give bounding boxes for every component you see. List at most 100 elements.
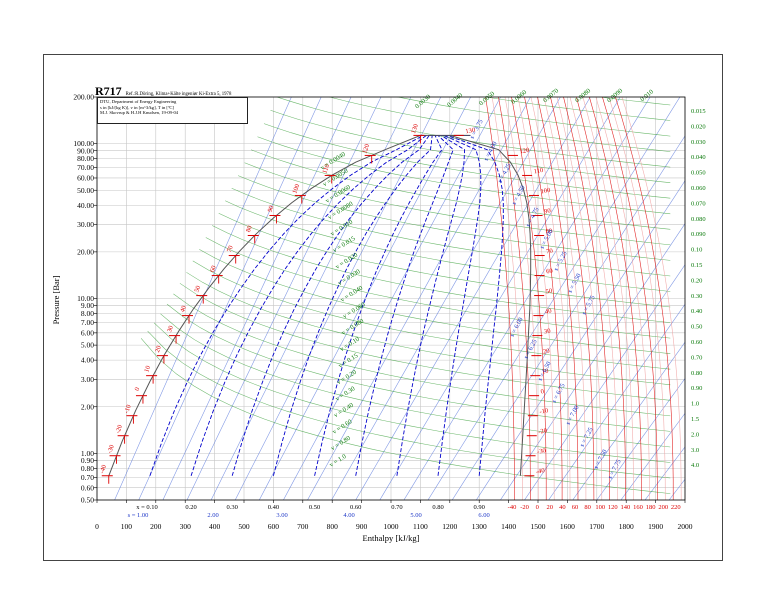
y-tick-label: 6.00	[81, 328, 94, 337]
entropy-label-bottom: 4.00	[343, 512, 354, 519]
x-tick-label: 800	[327, 522, 339, 531]
quality-label: 0.70	[391, 504, 402, 511]
volume-label-right: 0.80	[691, 370, 702, 377]
volume-label-right: 0.050	[691, 170, 706, 177]
y-tick-label: 20.00	[77, 247, 94, 256]
x-tick-label: 1200	[442, 522, 457, 531]
isotherm-label-right: 50	[545, 288, 553, 296]
volume-label-right: 0.080	[691, 216, 706, 223]
volume-line	[322, 50, 670, 58]
volume-line	[316, 50, 671, 74]
bottom-temperature-label: 20	[547, 504, 554, 511]
x-tick-label: 1900	[648, 522, 663, 531]
quality-label: 0.50	[309, 504, 320, 511]
isotherm-label-right: -20	[538, 427, 548, 435]
y-tick-label: 5.00	[81, 341, 94, 350]
bottom-temperature-label: 80	[584, 504, 591, 511]
y-tick-label: 0.50	[81, 496, 94, 505]
y-tick-label: 8.00	[81, 309, 94, 318]
info-box: DTU, Department of Energy Engineering s …	[97, 97, 248, 124]
volume-label-right: 4.0	[691, 462, 699, 469]
y-tick-label: 70.00	[77, 163, 94, 172]
quality-label: x = 0.10	[136, 504, 158, 511]
x-tick-label: 100	[121, 522, 133, 531]
entropy-label-bottom: 3.00	[276, 512, 287, 519]
x-tick-label: 200	[150, 522, 162, 531]
x-tick-label: 2000	[678, 522, 693, 531]
x-tick-label: 600	[268, 522, 280, 531]
chart-title: R717	[95, 84, 122, 98]
volume-label-right: 0.070	[691, 200, 706, 207]
volume-label-right: 0.15	[691, 262, 702, 269]
x-tick-label: 700	[297, 522, 309, 531]
quality-label: 0.80	[432, 504, 443, 511]
entropy-label-bottom: 2.00	[207, 512, 218, 519]
info-line: M.J. Skovrup & H.J.H Knudsen, 19-09-04	[100, 110, 179, 116]
bottom-temperature-label: 100	[595, 504, 605, 511]
volume-label-right: 0.30	[691, 293, 702, 300]
x-axis-label: Enthalpy [kJ/kg]	[363, 533, 420, 543]
bottom-temperature-label: 40	[559, 504, 566, 511]
x-tick-label: 400	[209, 522, 221, 531]
volume-line	[309, 50, 670, 89]
volume-label-right: 0.60	[691, 339, 702, 346]
volume-label-right: 0.20	[691, 277, 702, 284]
entropy-line	[717, 97, 768, 500]
x-tick-label: 900	[356, 522, 368, 531]
isotherm-label-right: -30	[537, 447, 547, 455]
volume-label-right: 1.5	[691, 416, 699, 423]
entropy-label-bottom: 6.00	[478, 512, 489, 519]
y-tick-label: 7.00	[81, 318, 94, 327]
y-tick-label: 3.00	[81, 375, 94, 384]
isotherm-label-right: 20	[543, 348, 551, 356]
volume-label-right: 0.040	[691, 154, 706, 161]
quality-label: 0.90	[474, 504, 485, 511]
quality-label: 0.30	[227, 504, 238, 511]
y-tick-label: 30.00	[77, 220, 94, 229]
volume-label-right: 0.060	[691, 185, 706, 192]
y-tick-label: 40.00	[77, 201, 94, 210]
entropy-label-bottom: 5.00	[410, 512, 421, 519]
x-tick-label: 1000	[384, 522, 399, 531]
x-tick-label: 300	[180, 522, 192, 531]
y-tick-label: 0.60	[81, 483, 94, 492]
y-tick-label: 2.00	[81, 402, 94, 411]
x-tick-label: 0	[95, 522, 99, 531]
y-tick-label: 10.00	[77, 294, 94, 303]
volume-label-right: 0.020	[691, 123, 706, 130]
volume-label-right: 2.0	[691, 431, 699, 438]
y-tick-label: 100.00	[73, 139, 94, 148]
x-tick-label: 1600	[560, 522, 575, 531]
x-tick-label: 1100	[413, 522, 428, 531]
isotherm-label-right: -40	[535, 467, 545, 475]
y-axis-label: Pressure [Bar]	[51, 275, 61, 324]
bottom-temperature-label: 60	[572, 504, 579, 511]
volume-label-right: 0.70	[691, 354, 702, 361]
isotherm-label-right: 40	[545, 308, 553, 316]
x-tick-label: 1800	[619, 522, 634, 531]
y-tick-label: 50.00	[77, 186, 94, 195]
y-tick-label: 60.00	[77, 174, 94, 183]
y-tick-label: 1.00	[81, 449, 94, 458]
quality-label: 0.20	[185, 504, 196, 511]
isotherm-label-right: 90	[544, 207, 552, 215]
y-tick-label: 0.80	[81, 464, 94, 473]
x-tick-label: 500	[238, 522, 250, 531]
bottom-temperature-label: -20	[520, 504, 529, 511]
volume-label-right: 0.90	[691, 385, 702, 392]
volume-label-right: 3.0	[691, 447, 699, 454]
volume-label-right: 0.090	[691, 231, 706, 238]
volume-label-right: 0.40	[691, 308, 702, 315]
bottom-temperature-label: -40	[508, 504, 517, 511]
isotherm-label-right: 30	[544, 328, 552, 336]
bottom-temperature-label: 220	[671, 504, 681, 511]
bottom-temperature-label: 140	[621, 504, 631, 511]
bottom-temperature-label: 160	[633, 504, 643, 511]
x-tick-label: 1500	[531, 522, 546, 531]
entropy-label-bottom: s = 1.00	[128, 512, 149, 519]
volume-label-right: 0.50	[691, 324, 702, 331]
y-tick-label: 4.00	[81, 356, 94, 365]
isotherm-label-right: -10	[539, 407, 549, 415]
x-tick-label: 1300	[472, 522, 487, 531]
x-tick-label: 1700	[589, 522, 604, 531]
